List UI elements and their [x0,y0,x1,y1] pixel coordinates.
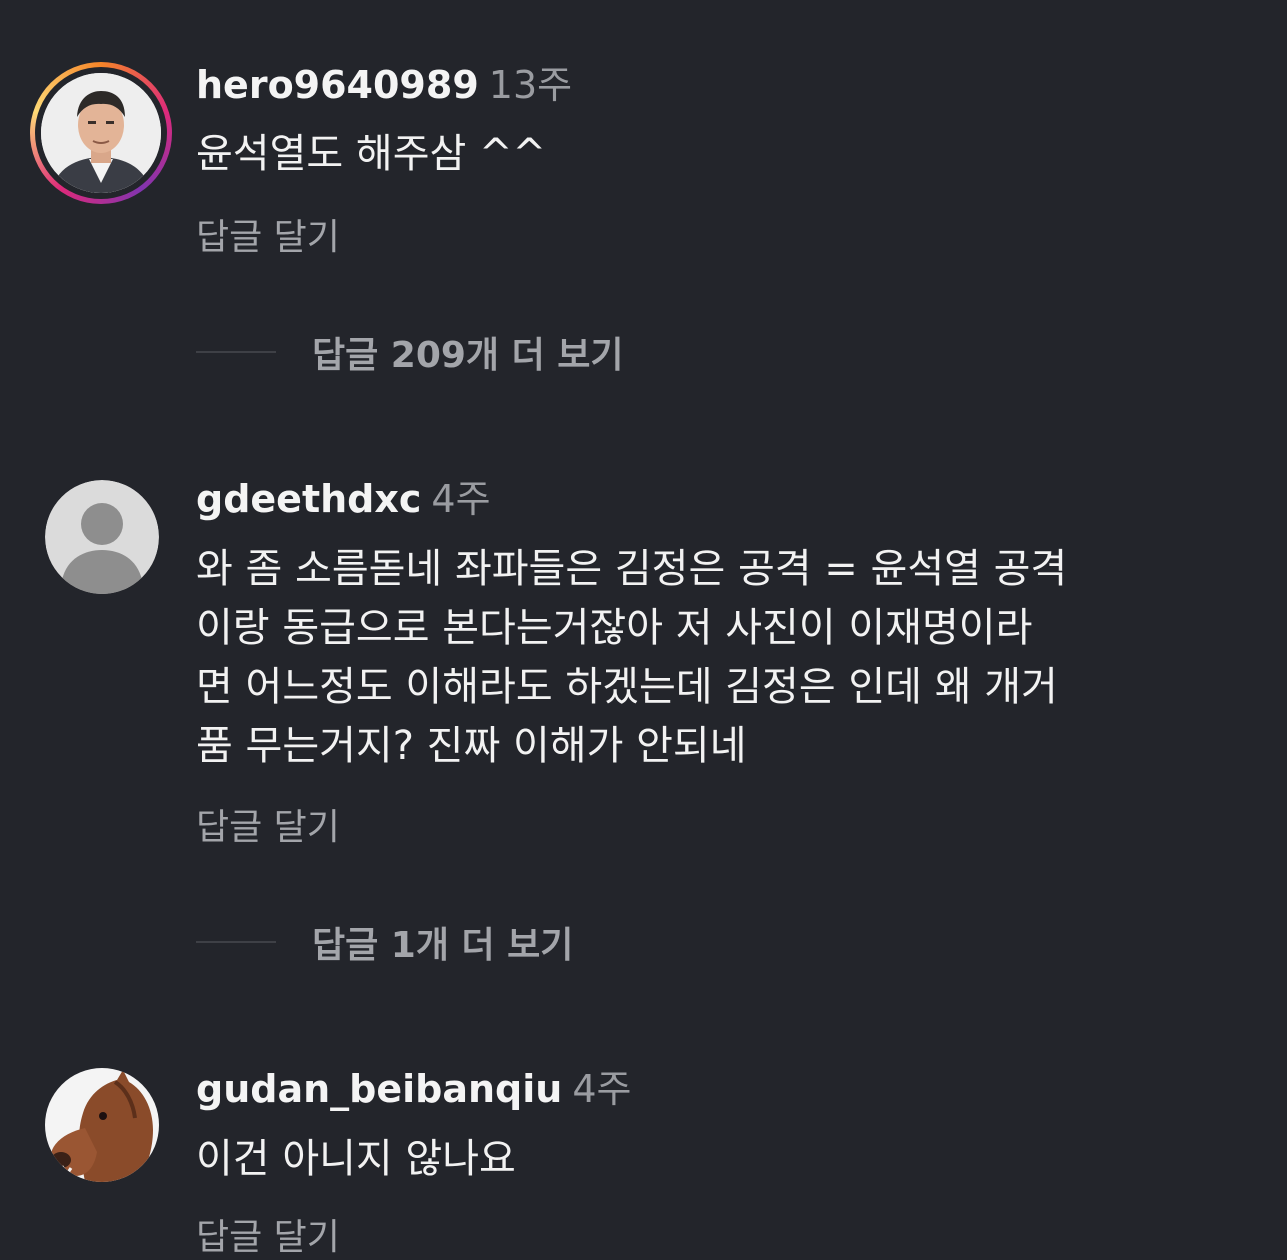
comment-text-line: 와 좀 소름돋네 좌파들은 김정은 공격 = 윤석열 공격 [196,546,1068,592]
reply-button[interactable]: 답글 달기 [196,806,340,850]
timestamp: 13주 [488,63,573,107]
reply-button[interactable]: 답글 달기 [196,1216,340,1260]
view-more-replies-label: 답글 209개 더 보기 [312,335,624,376]
comment-text: 윤석열도 해주삼 ^^ [196,131,547,177]
view-more-replies[interactable]: 답글 209개 더 보기 [196,330,623,376]
username[interactable]: gudan_beibanqiu [196,1067,562,1111]
view-more-replies-label: 답글 1개 더 보기 [312,925,574,966]
timestamp: 4주 [572,1067,632,1111]
comment-text-line: 면 어느정도 이해라도 하겠는데 김정은 인데 왜 개거 [196,664,1058,710]
timestamp: 4주 [431,477,491,521]
comment-text-line: 품 무는거지? 진짜 이해가 안되네 [196,723,747,769]
comment-text: 와 좀 소름돋네 좌파들은 김정은 공격 = 윤석열 공격 이랑 동급으로 본다… [196,540,1256,776]
comment-text-line: 이랑 동급으로 본다는거잖아 저 사진이 이재명이라 [196,605,1033,651]
horse-mask-avatar[interactable] [45,1068,159,1182]
comment-header: hero9640989 13주 [196,62,572,108]
username[interactable]: gdeethdxc [196,477,421,521]
profile-photo [41,73,161,193]
comment-text: 이건 아니지 않나요 [196,1136,516,1182]
view-more-replies[interactable]: 답글 1개 더 보기 [196,920,573,966]
divider-line [196,941,276,943]
default-avatar-icon[interactable] [45,480,159,594]
username[interactable]: hero9640989 [196,63,479,107]
reply-button[interactable]: 답글 달기 [196,216,340,260]
comment-header: gudan_beibanqiu 4주 [196,1066,631,1112]
comment-header: gdeethdxc 4주 [196,476,491,522]
story-avatar[interactable] [30,62,172,204]
divider-line [196,351,276,353]
